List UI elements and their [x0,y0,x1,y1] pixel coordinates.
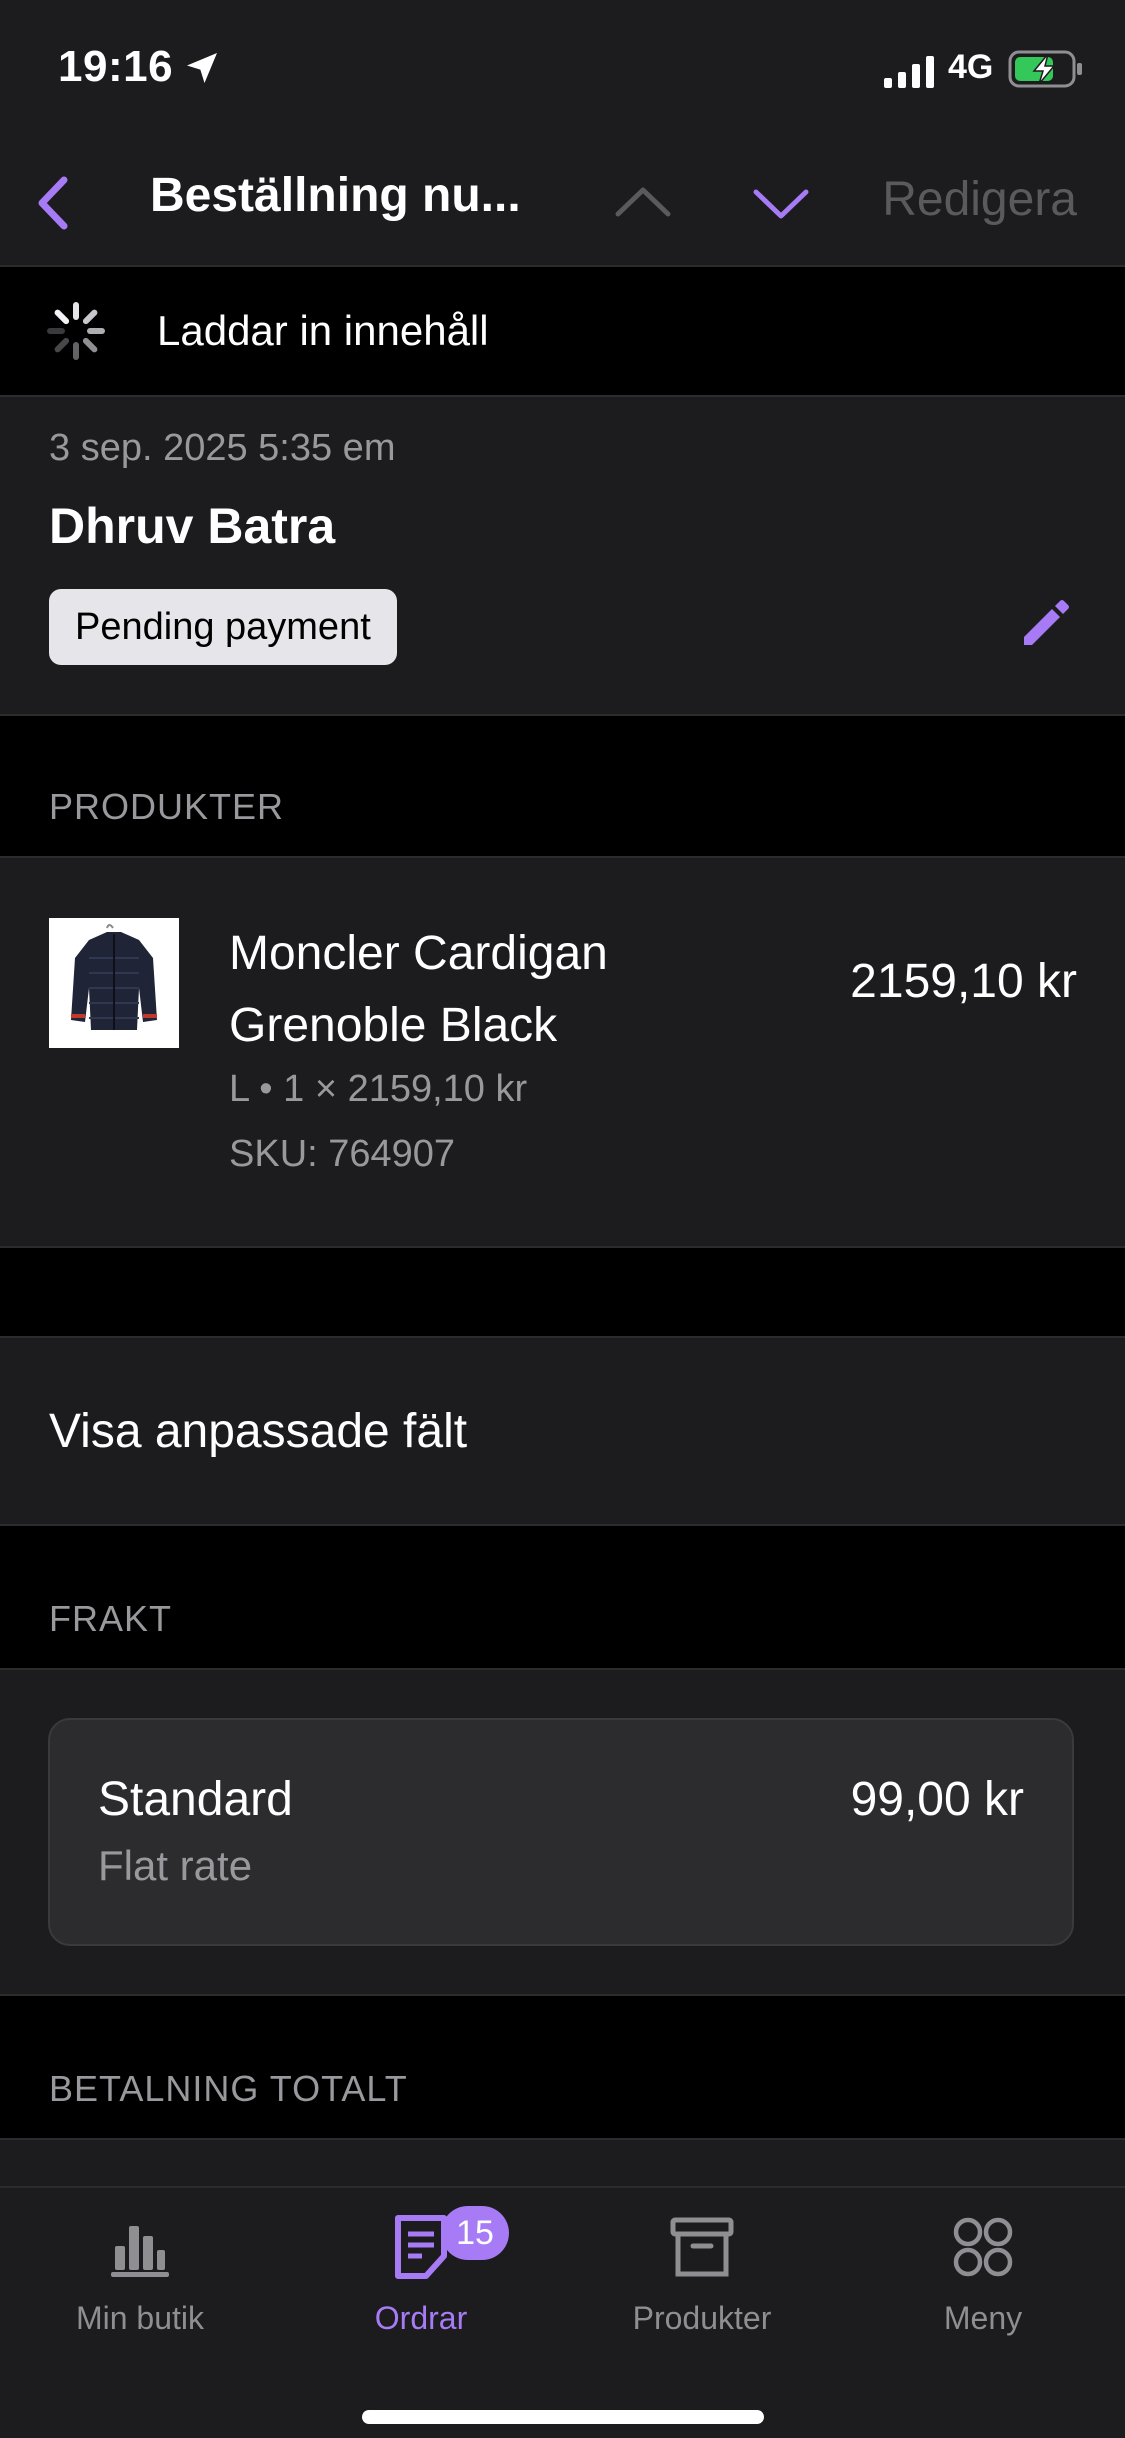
status-time: 19:16 [58,42,174,91]
loading-banner: Laddar in innehåll [0,267,1125,397]
shipping-price: 99,00 kr [850,1773,1024,1826]
page-title: Beställning nu... [150,169,521,222]
location-arrow-icon [187,53,217,83]
shipping-section: Standard 99,00 kr Flat rate [0,1670,1125,1996]
tab-label: Ordrar [374,2300,468,2336]
section-header-products: PRODUKTER [0,716,1125,858]
product-sku: SKU: 764907 [229,1133,456,1175]
grid-circles-icon [953,2217,1013,2277]
chevron-up-icon[interactable] [610,170,676,236]
tab-ordrar[interactable]: 15 Ordrar [301,2206,541,2362]
status-bar: 19:16 4G [0,0,1125,140]
order-date: 3 sep. 2025 5:35 em [49,427,396,469]
battery-charging-icon [1008,50,1082,88]
shipping-method-card[interactable]: Standard 99,00 kr Flat rate [48,1718,1074,1946]
shipping-method-type: Flat rate [98,1842,253,1889]
section-title: BETALNING TOTALT [49,2068,408,2109]
product-row[interactable]: Moncler Cardigan Grenoble Black 2159,10 … [0,858,1125,1248]
tab-bar: Min butik 15 Ordrar Produkter Meny [0,2186,1125,2438]
bar-chart-icon [111,2226,169,2277]
payment-section [0,2140,1125,2188]
spinner-icon [47,302,105,360]
product-thumbnail [49,918,179,1048]
back-chevron-icon[interactable] [20,168,90,238]
edit-button[interactable]: Redigera [882,172,1077,227]
tab-meny[interactable]: Meny [863,2212,1103,2362]
chevron-down-icon[interactable] [748,170,814,236]
notification-badge: 15 [441,2206,509,2260]
custom-fields-row[interactable]: Visa anpassade fält [0,1338,1125,1526]
tab-label: Min butik [75,2300,205,2336]
section-title: FRAKT [49,1598,173,1639]
section-header-shipping: FRAKT [0,1526,1125,1670]
section-header-payment: BETALNING TOTALT [0,1996,1125,2140]
product-price: 2159,10 kr [850,955,1077,1008]
archive-box-icon [670,2217,734,2277]
section-spacer [0,1248,1125,1338]
tab-produkter[interactable]: Produkter [582,2212,822,2362]
product-variant-quantity: L • 1 × 2159,10 kr [229,1068,528,1110]
signal-icon [884,54,934,88]
tab-min-butik[interactable]: Min butik [20,2212,260,2362]
loading-text: Laddar in innehåll [157,307,489,354]
product-name: Moncler Cardigan Grenoble Black [229,927,608,1052]
section-title: PRODUKTER [49,786,285,827]
custom-fields-label: Visa anpassade fält [49,1405,468,1458]
status-badge[interactable]: Pending payment [49,589,397,665]
home-indicator [362,2410,764,2424]
navigation-bar: Beställning nu... Redigera [0,140,1125,267]
network-type: 4G [948,48,994,86]
pencil-icon[interactable] [1016,593,1076,653]
tab-label: Meny [943,2300,1023,2336]
shipping-method-name: Standard [98,1773,293,1826]
order-header: 3 sep. 2025 5:35 em Dhruv Batra Pending … [0,397,1125,716]
tab-label: Produkter [632,2300,772,2336]
customer-name: Dhruv Batra [49,498,336,554]
